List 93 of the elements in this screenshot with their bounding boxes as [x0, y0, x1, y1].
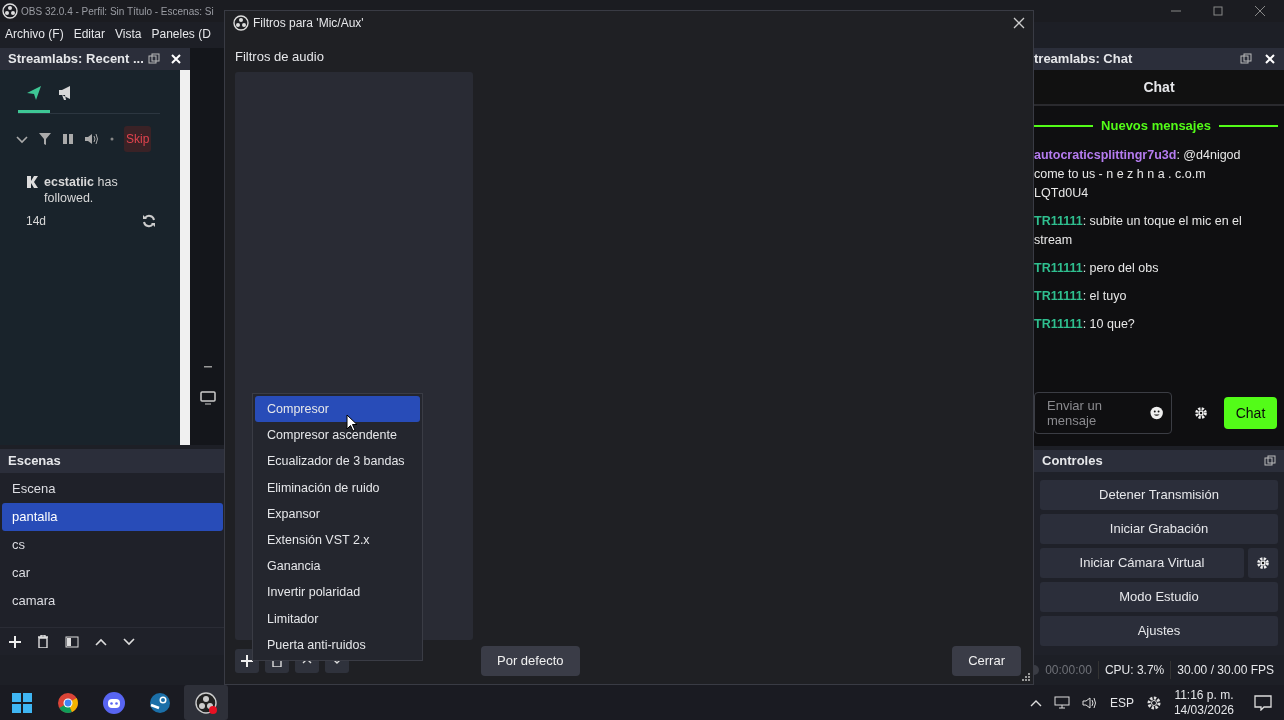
pause-icon[interactable] — [62, 133, 74, 145]
monitor-icon[interactable] — [199, 391, 216, 405]
speaker-icon[interactable] — [1081, 695, 1098, 710]
event-text: ecstatiic has followed. — [44, 174, 119, 206]
chevron-down-icon[interactable] — [123, 637, 135, 646]
emoji-icon[interactable] — [1149, 406, 1163, 420]
float-icon[interactable] — [148, 53, 160, 65]
menu-item[interactable]: Limitador — [255, 605, 420, 632]
menu-item[interactable]: Puerta anti-ruidos — [255, 631, 420, 658]
menu-item[interactable]: Ecualizador de 3 bandas — [255, 448, 420, 475]
settings-button[interactable] — [1248, 548, 1278, 578]
menu-item[interactable]: Eliminación de ruido — [255, 474, 420, 501]
paper-plane-icon — [25, 84, 43, 102]
settings-icon[interactable] — [1194, 406, 1208, 420]
menu-item[interactable]: Expansor — [255, 500, 420, 527]
fps-counter: 30.00 / 30.00 FPS — [1176, 662, 1274, 679]
chevron-up-icon[interactable] — [1029, 698, 1042, 707]
send-button[interactable]: Chat — [1224, 397, 1277, 429]
control-button[interactable]: Iniciar Cámara Virtual — [1040, 548, 1244, 578]
skip-button[interactable]: Skip — [124, 126, 152, 152]
controller-face-icon — [102, 690, 126, 715]
app-logo-icon — [233, 15, 249, 31]
dock-title: treamlabs: Chat — [1034, 50, 1134, 69]
divider-label: Nuevos mensajes — [1101, 117, 1211, 135]
chat-message: TR11111: 10 que? — [1034, 315, 1136, 333]
dialog-title: Filtros para 'Mic/Aux' — [253, 15, 365, 32]
maximize-icon[interactable] — [1212, 5, 1224, 17]
chat-message: TR11111: el tuyo — [1034, 287, 1128, 305]
menu-item[interactable]: Compresor — [255, 396, 420, 423]
dock-title: Streamlabs: Recent ... — [8, 50, 145, 69]
clock-time[interactable]: 11:16 p. m. — [1174, 687, 1234, 703]
float-icon[interactable] — [1264, 455, 1276, 467]
gear-icon — [1256, 556, 1270, 570]
menu-item[interactable]: Compresor ascendente — [255, 422, 420, 449]
cursor-icon — [346, 414, 358, 432]
dock-title: Escenas — [8, 452, 61, 471]
menu-item[interactable]: Vista — [110, 25, 147, 43]
recorder-app-icon — [194, 690, 218, 715]
resize-grip-icon — [1022, 673, 1030, 681]
chat-title: Chat — [1143, 77, 1175, 97]
clock-date[interactable]: 14/03/2026 — [1173, 702, 1234, 718]
close-icon[interactable] — [1013, 17, 1025, 29]
cpu-usage: CPU: 3.7% — [1098, 661, 1172, 679]
panel-icon[interactable] — [65, 635, 79, 648]
scrollbar-icon[interactable] — [180, 70, 190, 445]
menu-item[interactable]: Ganancia — [255, 553, 420, 580]
event-time: 14d — [26, 213, 47, 230]
window-title: OBS 32.0.4 - Perfil: Sin Título - Escenas: Si — [21, 4, 214, 19]
plus-icon[interactable] — [9, 635, 21, 648]
menu-item[interactable]: Editar — [68, 25, 111, 43]
section-label: Filtros de audio — [235, 48, 325, 66]
chat-message: TR11111: pero del obs — [1034, 259, 1160, 277]
menu-item[interactable]: Paneles (D — [146, 25, 216, 43]
chat-message: TR11111: subite un toque el mic en el stream — [1034, 212, 1243, 249]
steam-ball-icon — [148, 690, 172, 715]
default-button[interactable]: Por defecto — [481, 645, 580, 676]
app-logo-icon — [2, 3, 18, 19]
refresh-icon[interactable] — [142, 214, 156, 228]
language-indicator[interactable]: ESP — [1109, 693, 1134, 712]
control-button[interactable]: Ajustes — [1040, 616, 1278, 646]
plus-icon — [241, 654, 253, 667]
scene-item[interactable]: Escena — [2, 475, 223, 503]
menu-item[interactable]: Extensión VST 2.x — [255, 526, 420, 554]
notification-icon[interactable] — [1254, 694, 1272, 711]
minus-icon[interactable] — [203, 366, 212, 368]
dock-title: Controles — [1042, 452, 1104, 471]
control-button[interactable]: Modo Estudio — [1040, 582, 1278, 612]
settings-icon[interactable] — [1145, 694, 1162, 711]
control-button[interactable]: Detener Transmisión — [1040, 480, 1278, 510]
menu-item[interactable]: Invertir polaridad — [255, 579, 420, 606]
start-icon — [10, 690, 34, 715]
control-button[interactable]: Iniciar Grabación — [1040, 514, 1278, 544]
round-app-icon — [56, 690, 80, 715]
chevron-down-icon[interactable] — [16, 133, 28, 145]
chat-message: autocraticsplittingr7u3d: @d4nigod come to us - n e z h n a . c.o.m LQTd0U4 — [1034, 146, 1242, 202]
float-icon[interactable] — [1240, 53, 1252, 65]
k-letter-icon — [26, 176, 38, 188]
tab[interactable] — [18, 84, 50, 113]
trash-icon[interactable] — [37, 635, 49, 648]
taskbar-button[interactable] — [184, 685, 228, 720]
speaker-icon[interactable] — [84, 132, 100, 146]
menu-item[interactable]: Archivo (F) — [0, 25, 69, 43]
dot-icon — [110, 137, 114, 141]
scene-item[interactable]: camara — [2, 587, 223, 615]
scene-item[interactable]: car — [2, 559, 223, 587]
close-button[interactable]: Cerrar — [952, 645, 1021, 676]
scene-item[interactable]: cs — [2, 531, 223, 559]
message-field[interactable]: Enviar un mensaje — [1034, 392, 1172, 434]
scene-item[interactable]: pantalla — [2, 503, 223, 531]
network-icon[interactable] — [1053, 695, 1070, 710]
record-time: 00:00:00 — [1045, 661, 1099, 679]
chevron-up-icon[interactable] — [95, 637, 107, 646]
filter-icon[interactable] — [38, 132, 52, 146]
